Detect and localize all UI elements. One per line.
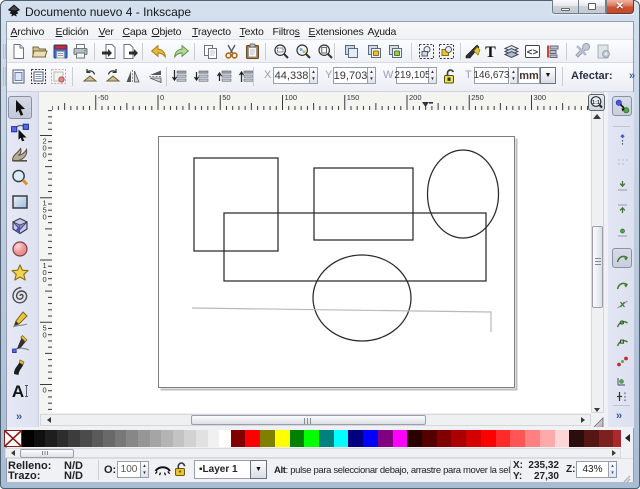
- svg-text:0: 0: [43, 330, 47, 339]
- svg-text:0: 0: [43, 213, 47, 222]
- svg-text:<>: <>: [526, 47, 538, 58]
- svg-text:300: 300: [534, 93, 547, 102]
- svg-text:0: 0: [43, 275, 47, 284]
- svg-text:200: 200: [409, 93, 422, 102]
- svg-text:100: 100: [285, 93, 298, 102]
- svg-text:50: 50: [222, 93, 230, 102]
- svg-text:0: 0: [43, 386, 47, 395]
- svg-text:T: T: [485, 44, 496, 60]
- svg-text:A: A: [12, 382, 24, 401]
- svg-text:250: 250: [471, 93, 484, 102]
- svg-text:1:1: 1:1: [592, 100, 600, 106]
- svg-text:-50: -50: [98, 93, 109, 102]
- svg-text:0: 0: [160, 93, 164, 102]
- svg-text:150: 150: [347, 93, 360, 102]
- svg-text:0: 0: [43, 151, 47, 160]
